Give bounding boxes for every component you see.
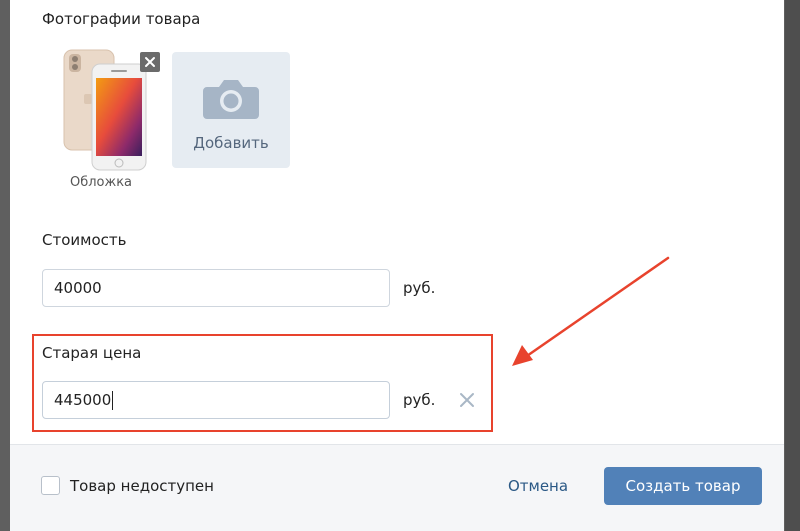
price-unit: руб. [403,279,436,297]
price-label: Стоимость [42,231,127,249]
old-price-label: Старая цена [42,344,142,362]
add-photo-label: Добавить [193,134,269,152]
dialog-footer: Товар недоступен Отмена Создать товар [10,444,784,531]
remove-photo-button[interactable] [140,52,160,72]
photos-title: Фотографии товара [42,10,201,28]
clear-icon [460,393,474,407]
old-price-value: 445000 [54,391,112,409]
cover-caption: Обложка [69,175,133,190]
text-caret [112,390,114,410]
unavailable-checkbox[interactable] [41,476,60,495]
price-value: 40000 [54,279,102,297]
close-icon [145,57,155,67]
unavailable-label[interactable]: Товар недоступен [70,477,214,495]
create-product-button[interactable]: Создать товар [604,467,762,505]
page-backdrop [785,0,800,531]
old-price-input[interactable]: 445000 [42,381,390,419]
product-dialog: Фотографии товара Обложка Добавить Стоим… [10,0,784,531]
add-photo-button[interactable]: Добавить [172,52,290,168]
camera-icon [203,80,259,119]
price-input[interactable]: 40000 [42,269,390,307]
old-price-unit: руб. [403,391,436,409]
cancel-button[interactable]: Отмена [497,467,579,505]
clear-old-price-button[interactable] [457,390,477,410]
